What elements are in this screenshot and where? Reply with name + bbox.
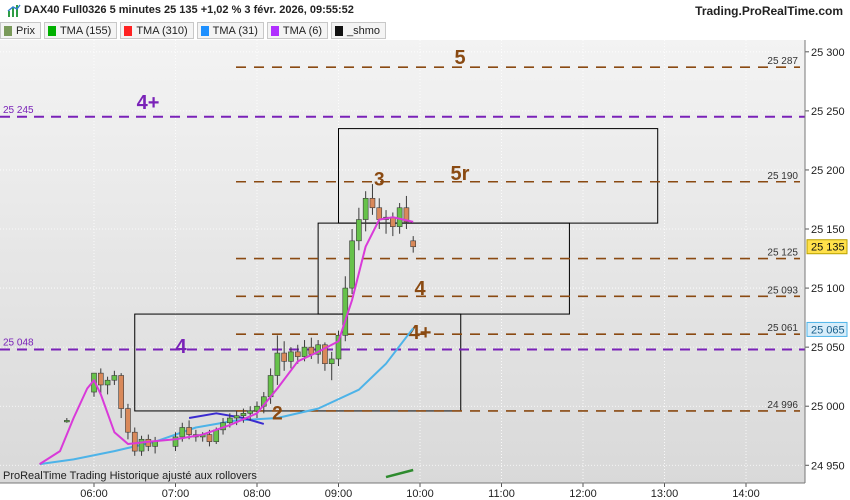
wave-target-label: 5 (454, 47, 465, 69)
candle-body (138, 438, 145, 452)
legend-item-shmo[interactable]: _shmo (331, 22, 387, 39)
candle-body (118, 375, 124, 409)
candle-body (131, 431, 138, 452)
indicator-legend: Prix TMA (155) TMA (310) TMA (31) TMA (6… (0, 22, 389, 39)
candle-body (97, 372, 104, 386)
legend-label-price: Prix (16, 24, 35, 37)
level-value-label: 25 093 (767, 285, 798, 296)
candle-body (349, 240, 355, 289)
brand-label: Trading.ProRealTime.com (695, 4, 843, 18)
candle-body (396, 207, 403, 227)
candle-body (233, 415, 240, 419)
candle-body (186, 427, 192, 435)
y-tick-label: 25 050 (811, 342, 845, 354)
level-value-label: 25 287 (767, 56, 798, 67)
candle-body (288, 351, 294, 362)
y-tick-label: 25 200 (811, 165, 845, 177)
shmo-swatch-icon (335, 25, 344, 36)
price-swatch-icon (4, 25, 12, 36)
y-tick-label: 25 300 (811, 47, 845, 59)
x-tick-label: 09:00 (325, 488, 353, 500)
candle-body (301, 346, 308, 357)
y-tick-label: 25 100 (811, 283, 845, 295)
wave-target-label-purple: 4+ (137, 92, 160, 114)
price-chart[interactable]: 24 95025 00025 05025 10025 15025 20025 2… (0, 0, 850, 500)
last-price-label: 25 135 (811, 242, 845, 254)
wave-target-label: 5r (451, 163, 470, 185)
legend-item-price[interactable]: Prix (0, 22, 41, 39)
level-value-label: 25 125 (767, 248, 798, 259)
candle-body (410, 240, 417, 248)
legend-label-tma-155: TMA (155) (59, 24, 112, 37)
footer-note: ProRealTime Trading Historique ajusté au… (3, 470, 257, 482)
x-tick-label: 10:00 (406, 488, 434, 500)
x-tick-label: 14:00 (732, 488, 760, 500)
level-value-label: 25 061 (767, 323, 798, 334)
legend-item-tma-310[interactable]: TMA (310) (120, 22, 194, 39)
tma-31-swatch-icon (200, 25, 209, 36)
y-tick-label: 25 000 (811, 401, 845, 413)
legend-label-tma-6: TMA (6) (282, 24, 323, 37)
instrument-title: DAX40 Full0326 5 minutes 25 135 +1,02 % … (24, 4, 354, 16)
level-value-label: 25 190 (767, 171, 798, 182)
candle-body (294, 351, 301, 357)
wave-target-label-purple: 4 (175, 336, 187, 358)
tma-6-swatch-icon (270, 25, 279, 36)
candle-body (247, 410, 254, 414)
level-value-label-purple: 25 245 (3, 105, 34, 116)
x-tick-label: 06:00 (80, 488, 108, 500)
legend-label-shmo: _shmo (347, 24, 381, 37)
candle-body (376, 207, 383, 220)
candle-body (362, 197, 369, 220)
candle-body (328, 358, 335, 364)
legend-item-tma-6[interactable]: TMA (6) (266, 22, 329, 39)
candle-body (125, 408, 131, 433)
candle-body (111, 375, 118, 381)
wave-target-label: 4+ (409, 322, 432, 344)
legend-item-tma-31[interactable]: TMA (31) (196, 22, 264, 39)
candle-body (390, 216, 396, 227)
candle-body (104, 379, 111, 386)
y-tick-label: 25 150 (811, 224, 845, 236)
title-bar: DAX40 Full0326 5 minutes 25 135 +1,02 % … (0, 0, 850, 22)
candle-body (152, 441, 158, 447)
x-tick-label: 08:00 (243, 488, 271, 500)
wave-target-label: 4 (414, 278, 426, 300)
tma-31-price-label: 25 065 (811, 324, 845, 336)
candle-body (281, 352, 287, 362)
wave-count-label: 3 (374, 169, 385, 190)
candle-body (64, 420, 70, 423)
legend-label-tma-310: TMA (310) (136, 24, 188, 37)
candle-body (213, 429, 220, 442)
x-tick-label: 13:00 (651, 488, 679, 500)
candle-body (206, 434, 213, 442)
prorealtime-chart-window: 24 950 25 000 25 050 25 100 25 150 25 200 25 2… (0, 0, 850, 500)
legend-label-tma-31: TMA (31) (212, 24, 258, 37)
tma-155-swatch-icon (47, 25, 56, 36)
candle-body (356, 219, 362, 242)
legend-item-tma-155[interactable]: TMA (155) (43, 22, 118, 39)
candle-body (274, 352, 281, 376)
candle-body (369, 197, 376, 209)
candle-body (227, 417, 233, 424)
level-value-label-purple: 25 048 (3, 338, 34, 349)
chart-settings-icon[interactable] (7, 4, 21, 18)
wave-count-label: 2 (272, 403, 283, 424)
tma-310-swatch-icon (124, 25, 133, 36)
y-tick-label: 25 250 (811, 106, 845, 118)
x-tick-label: 11:00 (488, 488, 515, 500)
candle-body (240, 413, 247, 416)
x-tick-label: 07:00 (162, 488, 190, 500)
candle-body (179, 427, 186, 438)
y-tick-label: 24 950 (811, 460, 845, 472)
level-value-label: 24 996 (767, 400, 798, 411)
x-tick-label: 12:00 (569, 488, 597, 500)
